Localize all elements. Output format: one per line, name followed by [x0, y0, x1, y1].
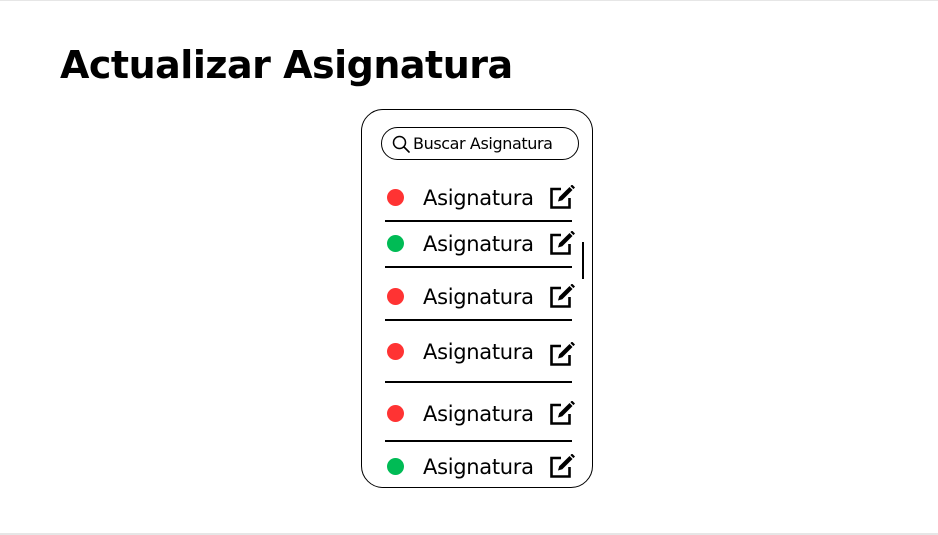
status-dot [387, 405, 404, 422]
list-item: Asignatura [362, 450, 592, 484]
list-item-label: Asignatura [423, 186, 534, 210]
top-divider [0, 0, 938, 1]
edit-icon [550, 184, 575, 209]
list-item: Asignatura [362, 181, 592, 215]
page-title: Actualizar Asignatura [60, 43, 513, 87]
scrollbar[interactable] [582, 242, 584, 279]
list-item: Asignatura [362, 280, 592, 314]
list-divider [385, 381, 572, 383]
search-icon [392, 135, 410, 153]
search-input[interactable]: Buscar Asignatura [381, 127, 579, 160]
list-divider [385, 266, 572, 268]
list-divider [385, 319, 572, 321]
list-item: Asignatura [362, 335, 592, 369]
edit-button[interactable] [548, 453, 576, 480]
list-item-label: Asignatura [423, 232, 534, 256]
status-dot [387, 189, 404, 206]
edit-button[interactable] [548, 283, 576, 310]
status-dot [387, 343, 404, 360]
list-item-label: Asignatura [423, 455, 534, 479]
list-item: Asignatura [362, 227, 592, 261]
edit-icon [550, 341, 575, 366]
edit-icon [550, 283, 575, 308]
edit-button[interactable] [548, 341, 576, 368]
list-item-label: Asignatura [423, 340, 534, 364]
status-dot [387, 235, 404, 252]
list-item: Asignatura [362, 397, 592, 431]
edit-button[interactable] [548, 400, 576, 427]
edit-icon [550, 453, 575, 478]
edit-icon [550, 230, 575, 255]
list-divider [385, 220, 572, 222]
list-item-label: Asignatura [423, 402, 534, 426]
edit-button[interactable] [548, 230, 576, 257]
list-divider [385, 440, 572, 442]
status-dot [387, 458, 404, 475]
edit-button[interactable] [548, 184, 576, 211]
list-item-label: Asignatura [423, 285, 534, 309]
edit-icon [550, 400, 575, 425]
search-placeholder: Buscar Asignatura [413, 134, 553, 153]
subject-list-panel: Buscar Asignatura Asignatura Asignatura [361, 109, 593, 488]
status-dot [387, 288, 404, 305]
